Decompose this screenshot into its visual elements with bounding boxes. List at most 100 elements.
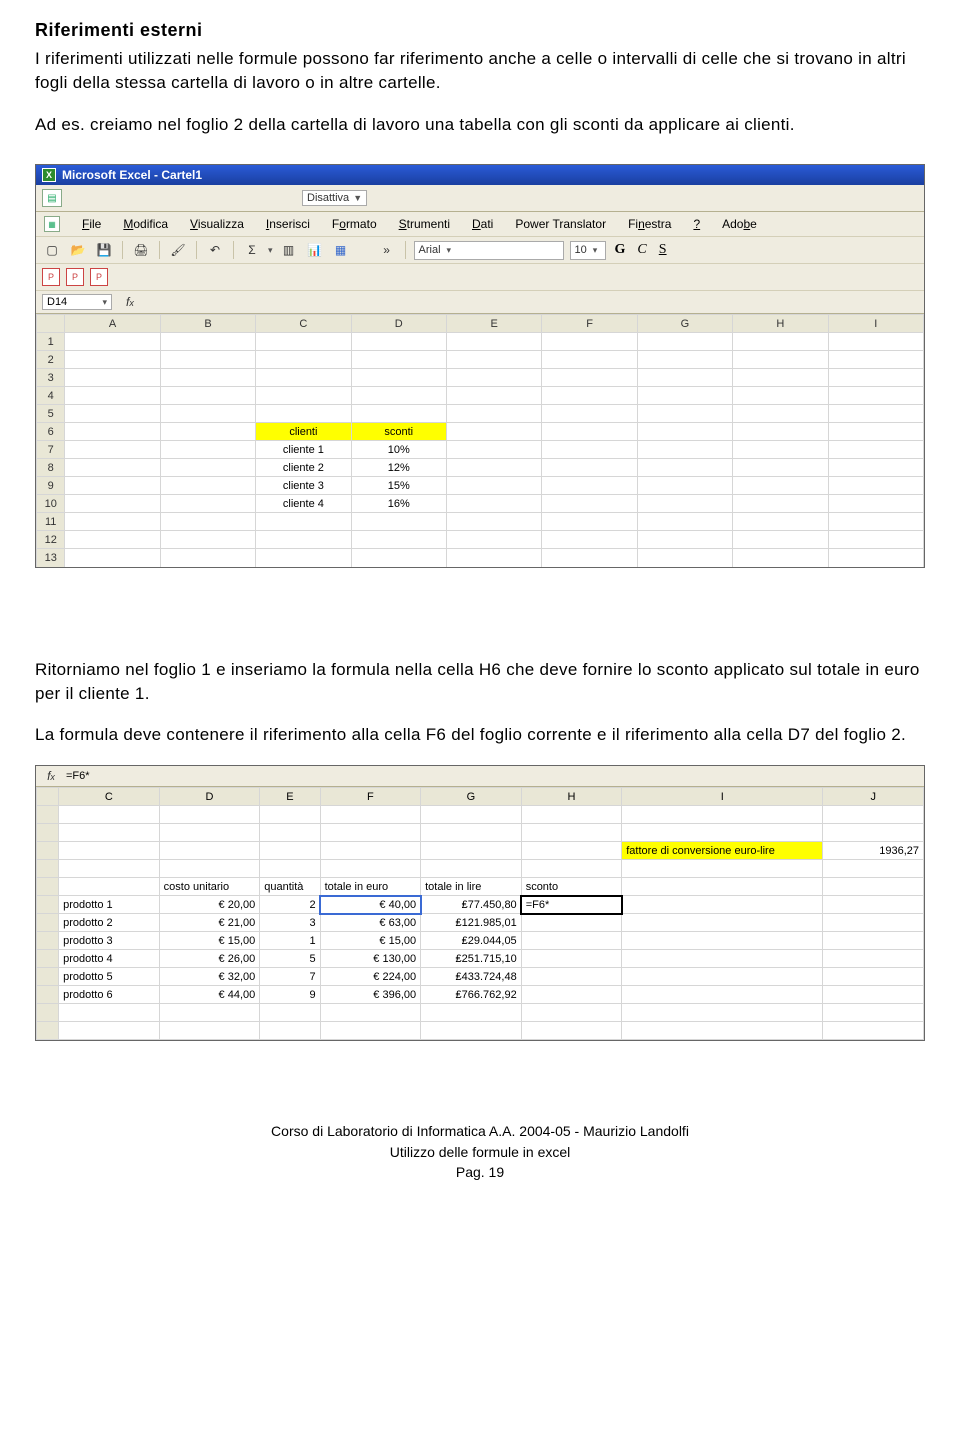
chevron-down-icon[interactable]: ▾ [268, 245, 273, 256]
row-header[interactable] [37, 968, 59, 986]
workbook-icon[interactable]: ▦ [44, 216, 60, 232]
cell[interactable]: cliente 4 [256, 495, 351, 513]
menu-dati[interactable]: Dati [472, 217, 493, 231]
cell[interactable]: totale in euro [320, 878, 421, 896]
row-header[interactable] [37, 1022, 59, 1040]
cell[interactable]: € 44,00 [159, 986, 260, 1004]
row-header[interactable] [37, 842, 59, 860]
col-header[interactable]: J [823, 788, 924, 806]
row-header[interactable]: 9 [37, 477, 65, 495]
col-header[interactable]: E [260, 788, 320, 806]
cell[interactable]: quantità [260, 878, 320, 896]
cell[interactable]: 16% [351, 495, 446, 513]
cell[interactable]: € 26,00 [159, 950, 260, 968]
row-header[interactable]: 1 [37, 333, 65, 351]
row-header[interactable] [37, 986, 59, 1004]
row-header[interactable]: 8 [37, 459, 65, 477]
col-header[interactable]: D [159, 788, 260, 806]
row-header[interactable]: 5 [37, 405, 65, 423]
print-icon[interactable]: 🖨 [131, 240, 151, 260]
underline-button[interactable]: S [656, 242, 670, 258]
cell[interactable]: 1936,27 [823, 842, 924, 860]
menu-visualizza[interactable]: Visualizza [190, 217, 244, 231]
pdf-review-icon[interactable]: P [90, 268, 108, 286]
spreadsheet-grid-2[interactable]: C D E F G H I J fattore di conversione e… [36, 787, 924, 1040]
col-header[interactable]: F [542, 315, 637, 333]
document-icon[interactable]: ▤ [42, 189, 62, 207]
select-all-corner[interactable] [37, 315, 65, 333]
chart-icon[interactable]: 📊 [305, 240, 325, 260]
menu-modifica[interactable]: Modifica [123, 217, 168, 231]
new-icon[interactable]: ▢ [42, 240, 62, 260]
pdf-export-icon[interactable]: P [42, 268, 60, 286]
row-header[interactable] [37, 860, 59, 878]
cell-h6-editing[interactable]: =F6* [521, 896, 622, 914]
pdf-mail-icon[interactable]: P [66, 268, 84, 286]
row-header[interactable] [37, 1004, 59, 1022]
row-header[interactable]: 10 [37, 495, 65, 513]
cell[interactable]: € 15,00 [159, 932, 260, 950]
cell[interactable]: € 224,00 [320, 968, 421, 986]
row-header[interactable]: 6 [37, 423, 65, 441]
col-header[interactable]: B [160, 315, 255, 333]
format-painter-icon[interactable]: 🖌 [168, 240, 188, 260]
col-header[interactable]: D [351, 315, 446, 333]
row-header[interactable]: 4 [37, 387, 65, 405]
menu-finestra[interactable]: Finestra [628, 217, 671, 231]
fx-icon[interactable]: fx [126, 295, 134, 309]
cell[interactable]: prodotto 3 [59, 932, 160, 950]
cell[interactable]: € 20,00 [159, 896, 260, 914]
cell[interactable]: cliente 2 [256, 459, 351, 477]
cell[interactable]: 15% [351, 477, 446, 495]
cell[interactable]: fattore di conversione euro-lire [622, 842, 823, 860]
menu-power-translator[interactable]: Power Translator [515, 217, 606, 231]
cell[interactable]: sconti [351, 423, 446, 441]
cell[interactable]: ₤121.985,01 [421, 914, 522, 932]
row-header[interactable] [37, 806, 59, 824]
cell[interactable]: totale in lire [421, 878, 522, 896]
row-header[interactable]: 12 [37, 531, 65, 549]
cell[interactable]: 10% [351, 441, 446, 459]
row-header[interactable]: 2 [37, 351, 65, 369]
cell[interactable]: ₤433.724,48 [421, 968, 522, 986]
cell[interactable]: prodotto 1 [59, 896, 160, 914]
cell[interactable]: 7 [260, 968, 320, 986]
cell[interactable]: sconto [521, 878, 622, 896]
sort-icon[interactable]: ▥ [279, 240, 299, 260]
sum-icon[interactable]: Σ [242, 240, 262, 260]
menu-file[interactable]: File [82, 217, 101, 231]
disattiva-dropdown[interactable]: Disattiva ▼ [302, 190, 367, 206]
menu-inserisci[interactable]: Inserisci [266, 217, 310, 231]
col-header[interactable]: H [733, 315, 828, 333]
font-name-select[interactable]: Arial ▾ [414, 241, 564, 260]
cell[interactable]: € 396,00 [320, 986, 421, 1004]
cell[interactable]: € 15,00 [320, 932, 421, 950]
row-header[interactable]: 7 [37, 441, 65, 459]
select-all-corner[interactable] [37, 788, 59, 806]
cell[interactable]: clienti [256, 423, 351, 441]
cell[interactable]: € 32,00 [159, 968, 260, 986]
cell[interactable]: 12% [351, 459, 446, 477]
cell[interactable]: 2 [260, 896, 320, 914]
cell[interactable]: ₤766.762,92 [421, 986, 522, 1004]
spreadsheet-grid-1[interactable]: A B C D E F G H I 1 2 3 4 5 6 clienti sc… [36, 314, 924, 567]
undo-icon[interactable]: ↶ [205, 240, 225, 260]
menu-strumenti[interactable]: Strumenti [399, 217, 450, 231]
row-header[interactable] [37, 932, 59, 950]
cell[interactable]: costo unitario [159, 878, 260, 896]
bold-button[interactable]: G [612, 242, 629, 258]
row-header[interactable] [37, 824, 59, 842]
row-header[interactable]: 3 [37, 369, 65, 387]
row-header[interactable] [37, 878, 59, 896]
row-header[interactable]: 13 [37, 549, 65, 567]
italic-button[interactable]: C [634, 242, 649, 258]
col-header[interactable]: H [521, 788, 622, 806]
menu-formato[interactable]: Formato [332, 217, 377, 231]
cell[interactable]: prodotto 2 [59, 914, 160, 932]
cell[interactable]: € 63,00 [320, 914, 421, 932]
cell[interactable]: € 21,00 [159, 914, 260, 932]
col-header[interactable]: C [256, 315, 351, 333]
menu-help[interactable]: ? [693, 217, 700, 231]
table-icon[interactable]: ▦ [331, 240, 351, 260]
row-header[interactable] [37, 950, 59, 968]
